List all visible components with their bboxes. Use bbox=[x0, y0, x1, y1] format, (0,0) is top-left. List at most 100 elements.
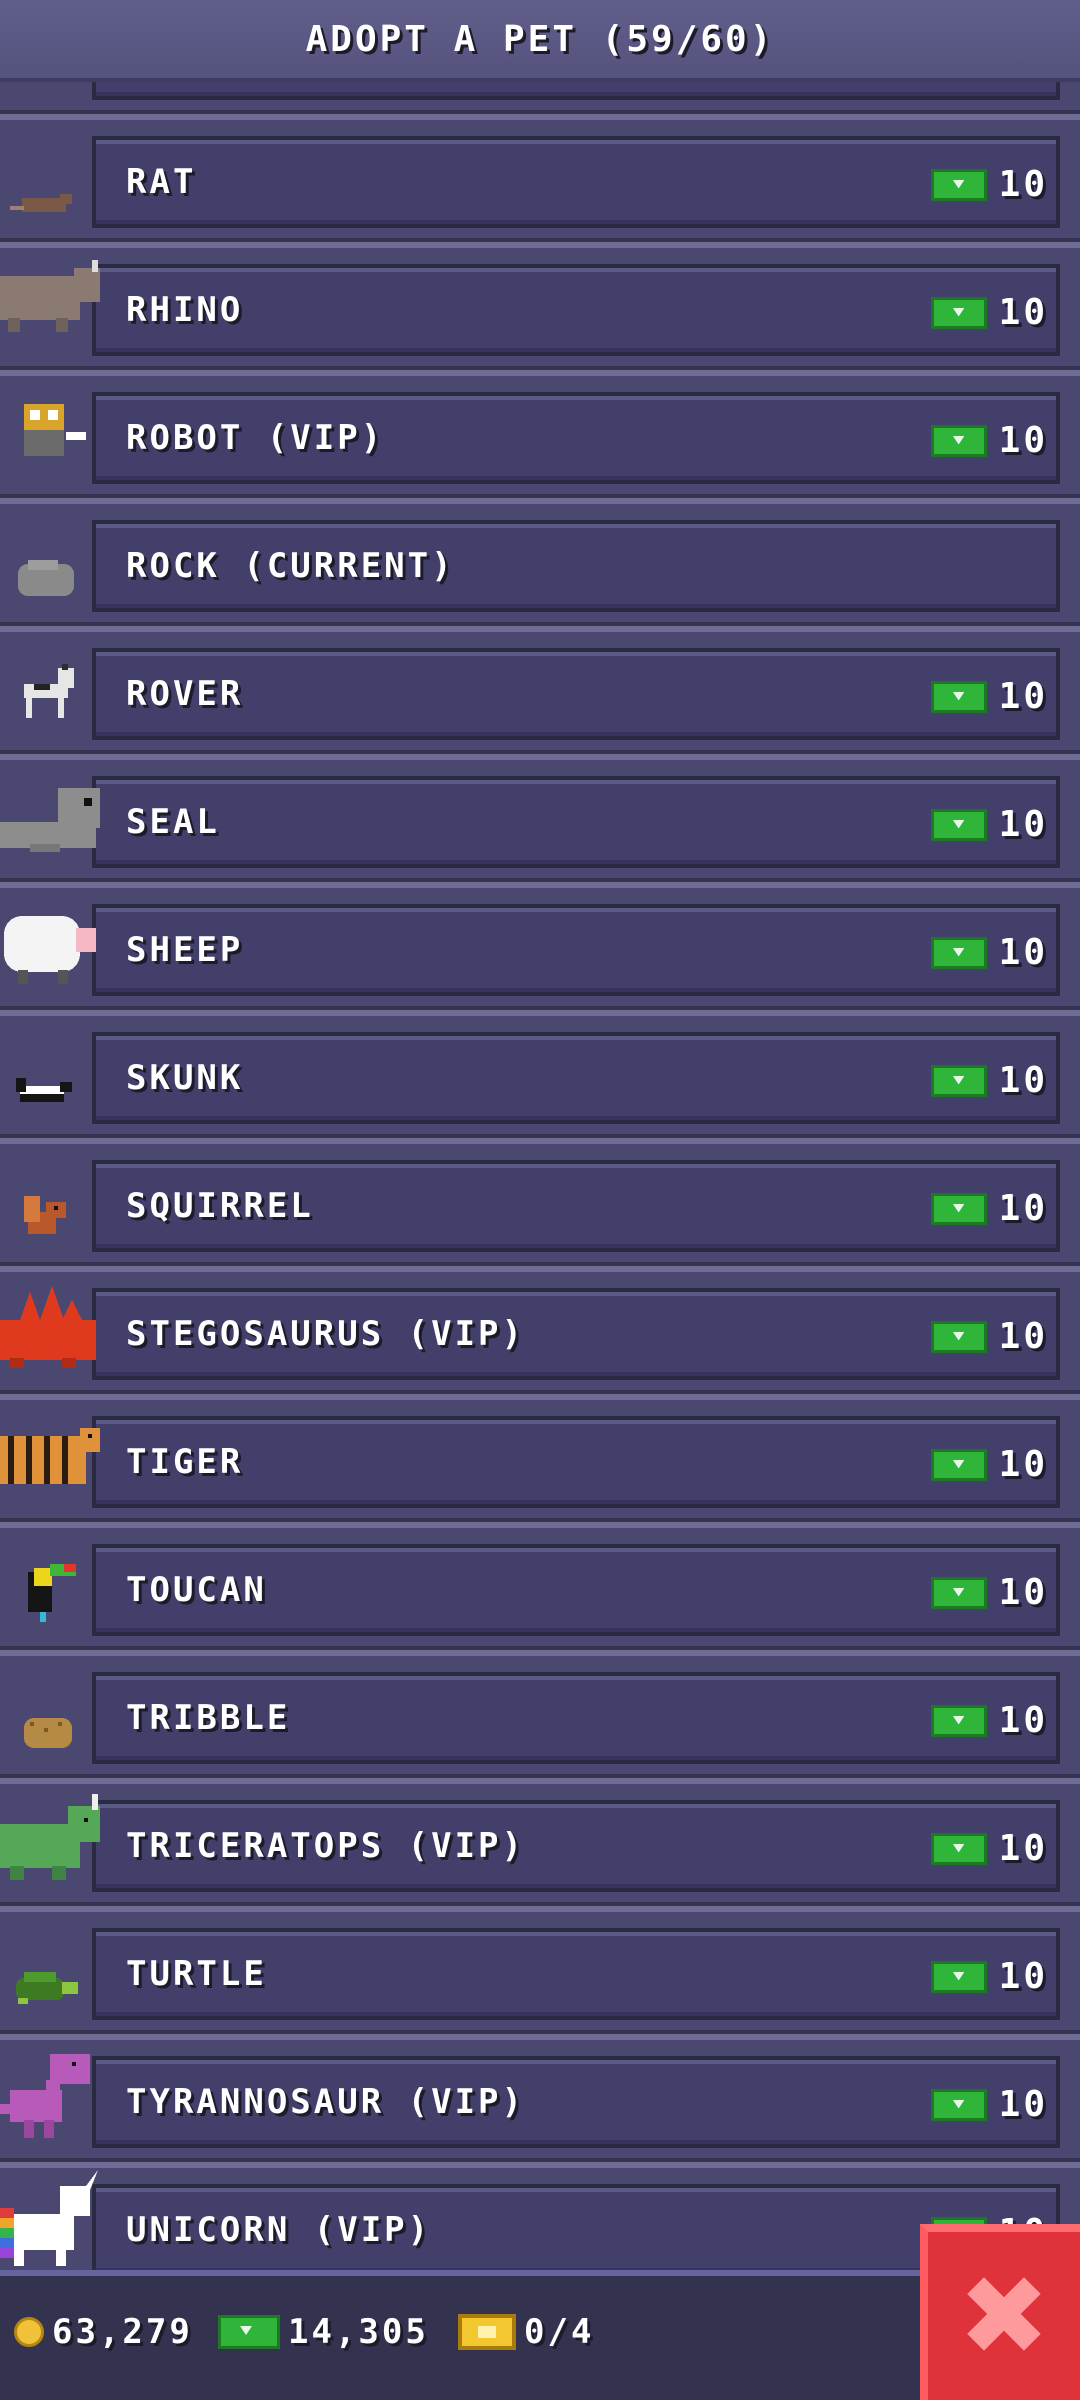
cash-icon bbox=[930, 1192, 987, 1225]
list-item[interactable]: ROBOT (VIP) 10 bbox=[0, 370, 1080, 498]
stegosaurus-icon bbox=[0, 1272, 100, 1390]
adopt-button[interactable]: TRIBBLE 10 bbox=[92, 1672, 1060, 1764]
list-item[interactable]: UNICORN (VIP)10 bbox=[0, 2162, 1080, 2270]
price-value: 10 bbox=[998, 1956, 1048, 1997]
cash-icon bbox=[930, 2088, 987, 2121]
adopt-button[interactable]: TOUCAN 10 bbox=[92, 1544, 1060, 1636]
tickets-counter: 0/4 bbox=[458, 2312, 594, 2352]
rover-icon bbox=[0, 632, 100, 750]
adopt-button[interactable]: TYRANNOSAUR (VIP) 10 bbox=[92, 2056, 1060, 2148]
adopt-button[interactable]: TRICERATOPS (VIP) 10 bbox=[92, 1800, 1060, 1892]
list-item[interactable]: ROVER 10 bbox=[0, 626, 1080, 754]
pet-name: UNICORN (VIP) bbox=[126, 2210, 432, 2250]
adopt-button[interactable]: ROVER 10 bbox=[92, 648, 1060, 740]
list-item[interactable]: TRIBBLE 10 bbox=[0, 1650, 1080, 1778]
price-value: 10 bbox=[998, 1188, 1048, 1229]
price-value: 10 bbox=[998, 1060, 1048, 1101]
close-button[interactable]: ✖ bbox=[920, 2224, 1080, 2400]
pet-name: TIGER bbox=[126, 1442, 244, 1482]
adopt-button[interactable]: ROBOT (VIP) 10 bbox=[92, 392, 1060, 484]
list-item[interactable]: TRICERATOPS (VIP) 10 bbox=[0, 1778, 1080, 1906]
pet-name: TURTLE bbox=[126, 1954, 267, 1994]
pet-list[interactable]: RAT 10 RHINO 10 ROBOT (VIP) 10 ROCK (CURRENT) R… bbox=[0, 0, 1080, 2270]
pet-name: ROBOT (VIP) bbox=[126, 418, 385, 458]
squirrel-icon bbox=[0, 1144, 100, 1262]
price-tag: 10 bbox=[930, 1444, 1048, 1485]
bux-icon bbox=[218, 2315, 280, 2349]
adopt-button[interactable]: RHINO 10 bbox=[92, 264, 1060, 356]
pet-name: SKUNK bbox=[126, 1058, 244, 1098]
price-value: 10 bbox=[998, 932, 1048, 973]
toucan-icon bbox=[0, 1528, 100, 1646]
sheep-icon bbox=[0, 888, 100, 1006]
skunk-icon bbox=[0, 1016, 100, 1134]
price-tag: 10 bbox=[930, 2084, 1048, 2125]
header-bar: ADOPT A PET (59/60) bbox=[0, 0, 1080, 82]
adopt-button[interactable]: ROCK (CURRENT) bbox=[92, 520, 1060, 612]
ticket-icon bbox=[458, 2314, 516, 2350]
turtle-icon bbox=[0, 1912, 100, 2030]
cash-icon bbox=[930, 936, 987, 969]
price-tag: 10 bbox=[930, 1188, 1048, 1229]
tyrannosaur-icon bbox=[0, 2040, 100, 2158]
cash-icon bbox=[930, 296, 987, 329]
adopt-button[interactable]: TIGER 10 bbox=[92, 1416, 1060, 1508]
pet-name: ROCK (CURRENT) bbox=[126, 546, 455, 586]
list-item[interactable]: SEAL 10 bbox=[0, 754, 1080, 882]
cash-icon bbox=[930, 1576, 987, 1609]
pet-name: TRIBBLE bbox=[126, 1698, 291, 1738]
list-item[interactable]: ROCK (CURRENT) bbox=[0, 498, 1080, 626]
list-item[interactable]: SKUNK 10 bbox=[0, 1010, 1080, 1138]
unicorn-icon bbox=[0, 2168, 100, 2270]
close-icon: ✖ bbox=[957, 2252, 1051, 2380]
adopt-button[interactable]: TURTLE 10 bbox=[92, 1928, 1060, 2020]
price-tag: 10 bbox=[930, 1700, 1048, 1741]
cash-icon bbox=[930, 1960, 987, 1993]
adopt-button[interactable]: UNICORN (VIP)10 bbox=[92, 2184, 1060, 2270]
price-tag: 10 bbox=[930, 804, 1048, 845]
price-value: 10 bbox=[998, 804, 1048, 845]
pet-name: SEAL bbox=[126, 802, 220, 842]
price-tag: 10 bbox=[930, 932, 1048, 973]
list-item[interactable]: SQUIRREL 10 bbox=[0, 1138, 1080, 1266]
list-item[interactable]: RHINO 10 bbox=[0, 242, 1080, 370]
cash-icon bbox=[930, 1064, 987, 1097]
adopt-button[interactable]: SEAL 10 bbox=[92, 776, 1060, 868]
price-tag: 10 bbox=[930, 1956, 1048, 1997]
list-item[interactable]: TURTLE 10 bbox=[0, 1906, 1080, 2034]
rat-icon bbox=[0, 120, 100, 238]
adopt-button[interactable]: STEGOSAURUS (VIP) 10 bbox=[92, 1288, 1060, 1380]
list-item[interactable]: RAT 10 bbox=[0, 114, 1080, 242]
cash-icon bbox=[930, 168, 987, 201]
pet-name: RAT bbox=[126, 162, 197, 202]
price-value: 10 bbox=[998, 1828, 1048, 1869]
price-value: 10 bbox=[998, 1700, 1048, 1741]
adopt-button[interactable]: RAT 10 bbox=[92, 136, 1060, 228]
seal-icon bbox=[0, 760, 102, 878]
price-tag: 10 bbox=[930, 292, 1048, 333]
list-item[interactable]: STEGOSAURUS (VIP) 10 bbox=[0, 1266, 1080, 1394]
cash-icon bbox=[930, 1704, 987, 1737]
price-value: 10 bbox=[998, 164, 1048, 205]
price-value: 10 bbox=[998, 420, 1048, 461]
price-value: 10 bbox=[998, 1316, 1048, 1357]
adopt-button[interactable]: SHEEP 10 bbox=[92, 904, 1060, 996]
price-value: 10 bbox=[998, 1444, 1048, 1485]
list-item[interactable]: TOUCAN 10 bbox=[0, 1522, 1080, 1650]
adopt-button[interactable]: SKUNK 10 bbox=[92, 1032, 1060, 1124]
price-tag: 10 bbox=[930, 1572, 1048, 1613]
tribble-icon bbox=[0, 1656, 100, 1774]
price-value: 10 bbox=[998, 676, 1048, 717]
coin-icon bbox=[14, 2317, 44, 2347]
cash-icon bbox=[930, 1448, 987, 1481]
pet-name: TYRANNOSAUR (VIP) bbox=[126, 2082, 525, 2122]
list-item[interactable]: SHEEP 10 bbox=[0, 882, 1080, 1010]
adopt-button[interactable]: SQUIRREL 10 bbox=[92, 1160, 1060, 1252]
pet-name: RHINO bbox=[126, 290, 244, 330]
list-item[interactable]: TIGER 10 bbox=[0, 1394, 1080, 1522]
pet-name: SQUIRREL bbox=[126, 1186, 314, 1226]
list-item[interactable]: TYRANNOSAUR (VIP) 10 bbox=[0, 2034, 1080, 2162]
page-title: ADOPT A PET (59/60) bbox=[305, 18, 775, 60]
cash-icon bbox=[930, 1832, 987, 1865]
coins-counter: 63,279 bbox=[14, 2312, 193, 2352]
